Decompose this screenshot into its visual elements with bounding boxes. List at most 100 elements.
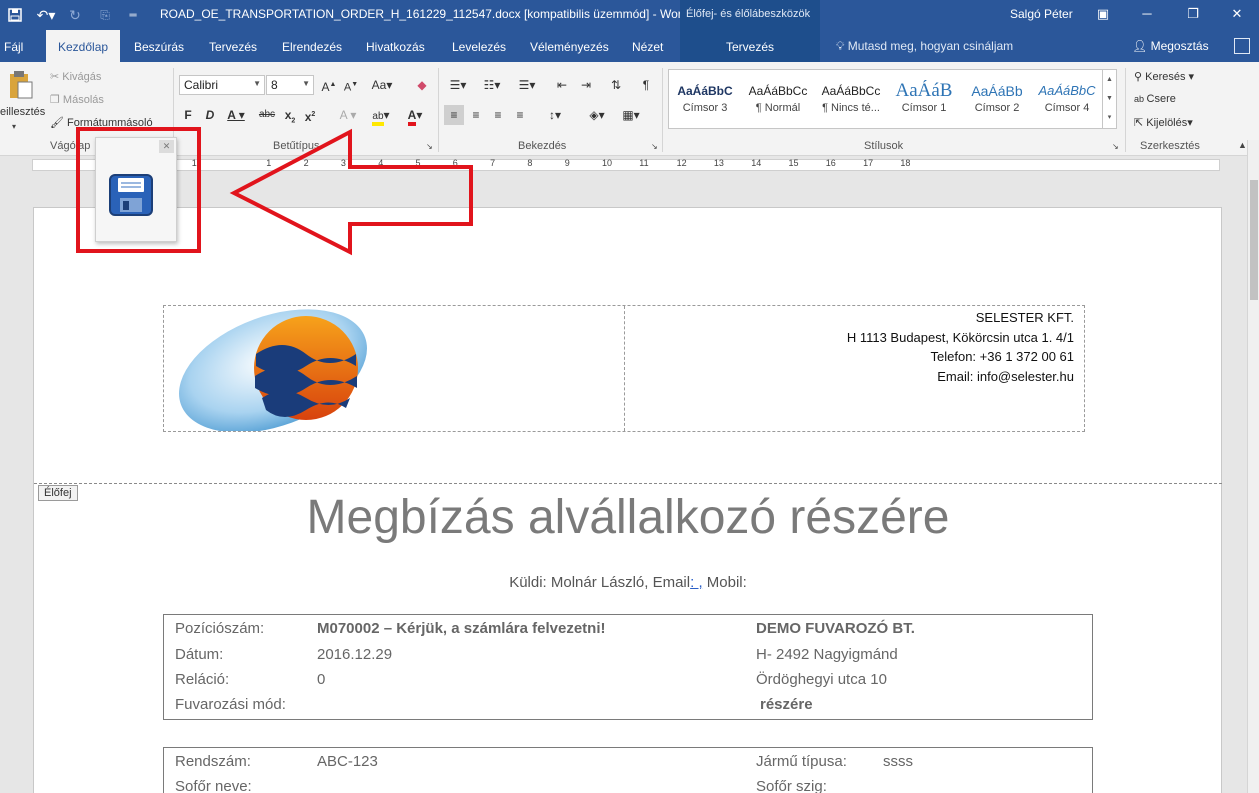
grow-font-icon[interactable]: A▲ bbox=[320, 75, 338, 95]
style-heading-1[interactable]: AaÁáB Címsor 1 bbox=[888, 70, 960, 128]
change-case-icon[interactable]: Aa▾ bbox=[368, 75, 396, 95]
line-spacing-icon[interactable]: ↕▾ bbox=[540, 105, 570, 125]
share-button[interactable]: 👤︎ Megosztás bbox=[1132, 39, 1209, 53]
tab-review[interactable]: Véleményezés bbox=[530, 30, 609, 62]
scroll-down-icon[interactable]: ▼ bbox=[1103, 89, 1116, 108]
clear-formatting-icon[interactable]: ◆ bbox=[412, 75, 432, 95]
chevron-down-icon: ▼ bbox=[302, 79, 310, 88]
group-separator bbox=[1125, 68, 1126, 152]
cut-button[interactable]: ✂ Kivágás bbox=[50, 70, 101, 83]
italic-icon[interactable]: D bbox=[202, 105, 218, 125]
pilcrow-icon[interactable]: ¶ bbox=[636, 75, 656, 95]
bullets-icon[interactable]: ☰▾ bbox=[444, 75, 472, 95]
style-heading-2[interactable]: AaÁáBb Címsor 2 bbox=[961, 70, 1033, 128]
tab-home[interactable]: Kezdőlap bbox=[46, 30, 121, 62]
restore-icon[interactable]: ❐ bbox=[1182, 4, 1204, 24]
dialog-launcher-icon[interactable]: ↘ bbox=[1112, 142, 1119, 151]
minimize-icon[interactable]: ─ bbox=[1136, 4, 1158, 24]
select-button[interactable]: ⇱ Kijelölés▾ bbox=[1134, 116, 1193, 129]
sort-icon[interactable]: ⇅ bbox=[606, 75, 626, 95]
align-right-icon[interactable]: ≡ bbox=[488, 105, 508, 125]
header-table: SELESTER KFT. H 1113 Budapest, Kökörcsin… bbox=[163, 305, 1085, 433]
save-icon[interactable] bbox=[6, 5, 24, 25]
tab-mailings[interactable]: Levelezés bbox=[452, 30, 506, 62]
tab-design[interactable]: Tervezés bbox=[209, 30, 257, 62]
ribbon-tabs: Fájl Kezdőlap Beszúrás Tervezés Elrendez… bbox=[0, 30, 1259, 62]
copy-button[interactable]: ❐ Másolás bbox=[50, 93, 104, 106]
tab-view[interactable]: Nézet bbox=[632, 30, 663, 62]
date-value: 2016.12.29 bbox=[317, 646, 393, 663]
increase-indent-icon[interactable]: ⇥ bbox=[576, 75, 596, 95]
superscript-icon[interactable]: x2 bbox=[302, 105, 318, 125]
bold-icon[interactable]: F bbox=[180, 105, 196, 125]
multilevel-list-icon[interactable]: ☰▾ bbox=[512, 75, 542, 95]
strikethrough-icon[interactable]: abc bbox=[256, 105, 278, 125]
driver-label: Sofőr neve: bbox=[175, 778, 252, 793]
tab-references[interactable]: Hivatkozás bbox=[366, 30, 425, 62]
document-page[interactable]: SELESTER KFT. H 1113 Budapest, Kökörcsin… bbox=[33, 207, 1222, 793]
email-link[interactable]: : , bbox=[690, 574, 703, 591]
chevron-down-icon: ▼ bbox=[253, 79, 261, 88]
shading-icon[interactable]: ◈▾ bbox=[582, 105, 612, 125]
style-no-spacing[interactable]: AaÁáBbCc ¶ Nincs té... bbox=[815, 70, 887, 128]
close-icon[interactable]: ✕ bbox=[1226, 4, 1248, 24]
justify-icon[interactable]: ≡ bbox=[510, 105, 530, 125]
replace-icon: ab bbox=[1134, 94, 1147, 104]
style-heading-3[interactable]: AaÁáBbC Címsor 3 bbox=[669, 70, 741, 128]
tab-file[interactable]: Fájl bbox=[4, 30, 23, 62]
editing-group-label: Szerkesztés bbox=[1140, 140, 1200, 152]
highlight-color-icon[interactable]: ab▾ bbox=[366, 105, 396, 126]
scrollbar-thumb[interactable] bbox=[1250, 180, 1258, 300]
lightbulb-icon: 💡︎ bbox=[836, 39, 848, 53]
find-button[interactable]: ⚲ Keresés ▾ bbox=[1134, 70, 1194, 83]
styles-scroll[interactable]: ▲ ▼ ▾ bbox=[1102, 70, 1116, 128]
more-styles-icon[interactable]: ▾ bbox=[1103, 108, 1116, 127]
tab-header-footer-design[interactable]: Tervezés bbox=[680, 30, 820, 62]
ruler-number: 15 bbox=[788, 158, 799, 168]
decrease-indent-icon[interactable]: ⇤ bbox=[552, 75, 572, 95]
subscript-icon[interactable]: x2 bbox=[282, 105, 298, 125]
dialog-launcher-icon[interactable]: ↘ bbox=[651, 142, 658, 151]
undo-icon[interactable]: ↶▾ bbox=[32, 5, 60, 25]
paintbrush-icon: 🖌︎ bbox=[50, 117, 68, 129]
style-heading-4[interactable]: AaÁáBbC Címsor 4 bbox=[1031, 70, 1103, 128]
touch-mode-icon[interactable]: ⎘ bbox=[94, 5, 116, 25]
paste-dropdown-icon[interactable]: ▾ bbox=[12, 122, 16, 131]
ruler-number: 13 bbox=[713, 158, 724, 168]
user-name[interactable]: Salgó Péter bbox=[1010, 7, 1073, 21]
scroll-up-icon[interactable]: ▲ bbox=[1103, 70, 1116, 89]
clipboard-paste-icon[interactable] bbox=[4, 70, 34, 103]
font-size-combo[interactable]: 8 ▼ bbox=[266, 75, 314, 95]
ribbon-display-options-icon[interactable]: ▣ bbox=[1092, 4, 1114, 24]
cursor-icon: ⇱ bbox=[1134, 117, 1147, 129]
ruler-number: 12 bbox=[676, 158, 687, 168]
vertical-scrollbar[interactable] bbox=[1247, 140, 1259, 793]
borders-icon[interactable]: ▦▾ bbox=[616, 105, 646, 125]
redo-icon[interactable]: ↻ bbox=[66, 5, 84, 25]
company-phone: Telefon: +36 1 372 00 61 bbox=[930, 349, 1074, 364]
text-effects-icon[interactable]: A ▾ bbox=[336, 105, 360, 125]
sender-line: Küldi: Molnár László, Email: , Mobil: bbox=[509, 574, 747, 591]
tell-me-search[interactable]: 💡︎ Mutasd meg, hogyan csináljam bbox=[836, 39, 1013, 54]
align-left-icon[interactable]: ≡ bbox=[444, 105, 464, 125]
annotation-highlight-box bbox=[76, 127, 201, 253]
font-color-icon[interactable]: A▾ bbox=[400, 105, 430, 126]
collapse-ribbon-icon[interactable]: ▲ bbox=[1238, 140, 1247, 150]
align-center-icon[interactable]: ≡ bbox=[466, 105, 486, 125]
tab-insert[interactable]: Beszúrás bbox=[134, 30, 184, 62]
scissors-icon: ✂ bbox=[50, 71, 63, 83]
vehicle-type-value: ssss bbox=[883, 753, 913, 770]
comments-icon[interactable] bbox=[1234, 38, 1250, 54]
customize-qat-icon[interactable]: ═ bbox=[126, 5, 140, 25]
font-name-combo[interactable]: Calibri ▼ bbox=[179, 75, 265, 95]
paste-button[interactable]: eillesztés bbox=[0, 106, 45, 118]
horizontal-ruler[interactable]: 1 1 2 3 4 5 6 7 8 9 10 11 12 13 14 15 16 17 18 bbox=[32, 158, 1220, 171]
style-normal[interactable]: AaÁáBbCc ¶ Normál bbox=[742, 70, 814, 128]
document-title: ROAD_OE_TRANSPORTATION_ORDER_H_161229_11… bbox=[160, 7, 689, 21]
company-info: SELESTER KFT. H 1113 Budapest, Kökörcsin… bbox=[847, 308, 1074, 386]
shrink-font-icon[interactable]: A▼ bbox=[342, 75, 360, 95]
replace-button[interactable]: ab Csere bbox=[1134, 93, 1176, 105]
numbering-icon[interactable]: ☷▾ bbox=[478, 75, 506, 95]
tab-layout[interactable]: Elrendezés bbox=[282, 30, 342, 62]
underline-icon[interactable]: A ▾ bbox=[224, 105, 248, 125]
